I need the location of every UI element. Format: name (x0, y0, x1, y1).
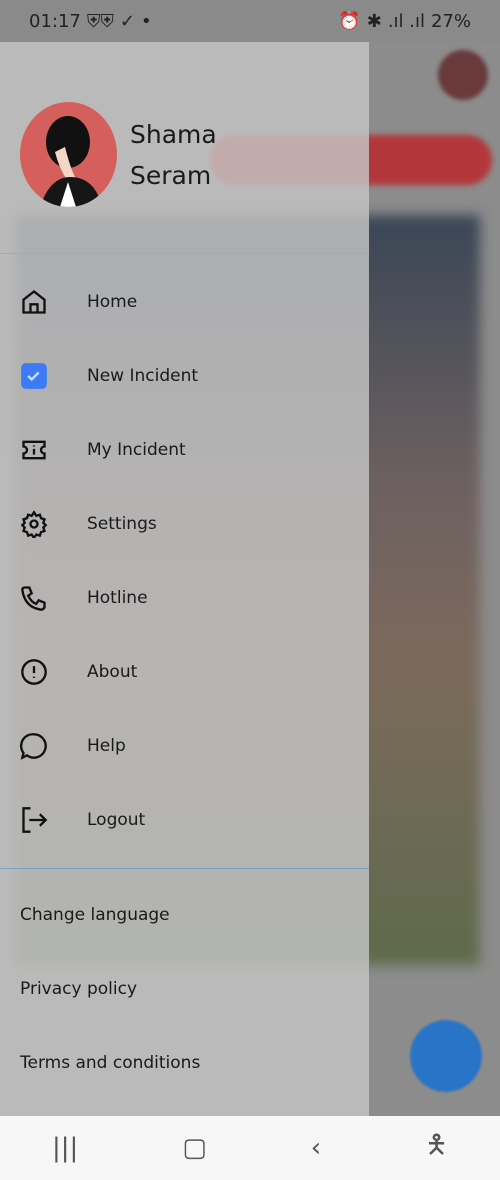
terms-link[interactable]: Terms and conditions (20, 1053, 200, 1073)
shield-icon: ⛨⛨ (86, 10, 114, 32)
change-language-link[interactable]: Change language (20, 905, 170, 925)
signal-icon: .ıl .ıl (387, 10, 425, 32)
dot-icon: • (140, 10, 152, 32)
privacy-policy-link[interactable]: Privacy policy (20, 979, 137, 999)
background-avatar (438, 50, 488, 100)
menu-label: Home (87, 292, 138, 312)
alarm-icon: ⏰ (338, 10, 361, 32)
status-bar: 01:17 ⛨⛨ ✓ • ⏰ ✱ .ıl .ıl 27% (0, 0, 500, 42)
accessibility-icon[interactable]: 🯅 (425, 1126, 448, 1170)
user-profile[interactable]: Shama Seram (20, 102, 217, 207)
menu-label: Settings (87, 514, 157, 534)
navigation-drawer: Shama Seram Home New Incident My Incident… (0, 42, 369, 1116)
user-last-name: Seram (130, 160, 212, 190)
menu-item-my-incident[interactable]: My Incident (20, 430, 186, 470)
menu-label: Hotline (87, 588, 148, 608)
menu-item-hotline[interactable]: Hotline (20, 578, 148, 618)
download-done-icon: ✓ (119, 10, 135, 32)
menu-label: About (87, 662, 138, 682)
gear-icon (20, 510, 48, 538)
ticket-icon (22, 440, 46, 460)
divider (0, 868, 369, 869)
home-icon[interactable]: ▢ (182, 1133, 207, 1163)
menu-label: Help (87, 736, 126, 756)
home-icon (22, 290, 46, 314)
recent-apps-icon[interactable]: ||| (52, 1133, 78, 1163)
divider (0, 253, 369, 254)
menu-item-logout[interactable]: Logout (20, 800, 145, 840)
menu-item-about[interactable]: About (20, 652, 137, 692)
back-icon[interactable]: ‹ (311, 1133, 321, 1163)
system-nav-bar: ||| ▢ ‹ 🯅 (0, 1116, 500, 1180)
menu-item-new-incident[interactable]: New Incident (20, 356, 198, 396)
menu-item-settings[interactable]: Settings (20, 504, 157, 544)
status-time: 01:17 (29, 10, 81, 32)
avatar (20, 102, 117, 207)
logout-icon (22, 807, 48, 833)
background-fab (410, 1020, 482, 1092)
menu-item-help[interactable]: Help (20, 726, 126, 766)
user-first-name: Shama (130, 119, 217, 149)
menu-label: My Incident (87, 440, 186, 460)
info-icon (21, 659, 47, 685)
checkbox-icon (21, 363, 47, 389)
phone-icon (21, 586, 46, 611)
menu-item-home[interactable]: Home (20, 282, 137, 322)
bluetooth-icon: ✱ (366, 10, 382, 32)
chat-icon (20, 733, 47, 760)
battery-level: 27% (430, 10, 471, 32)
menu-label: Logout (87, 810, 146, 830)
menu-label: New Incident (87, 366, 199, 386)
